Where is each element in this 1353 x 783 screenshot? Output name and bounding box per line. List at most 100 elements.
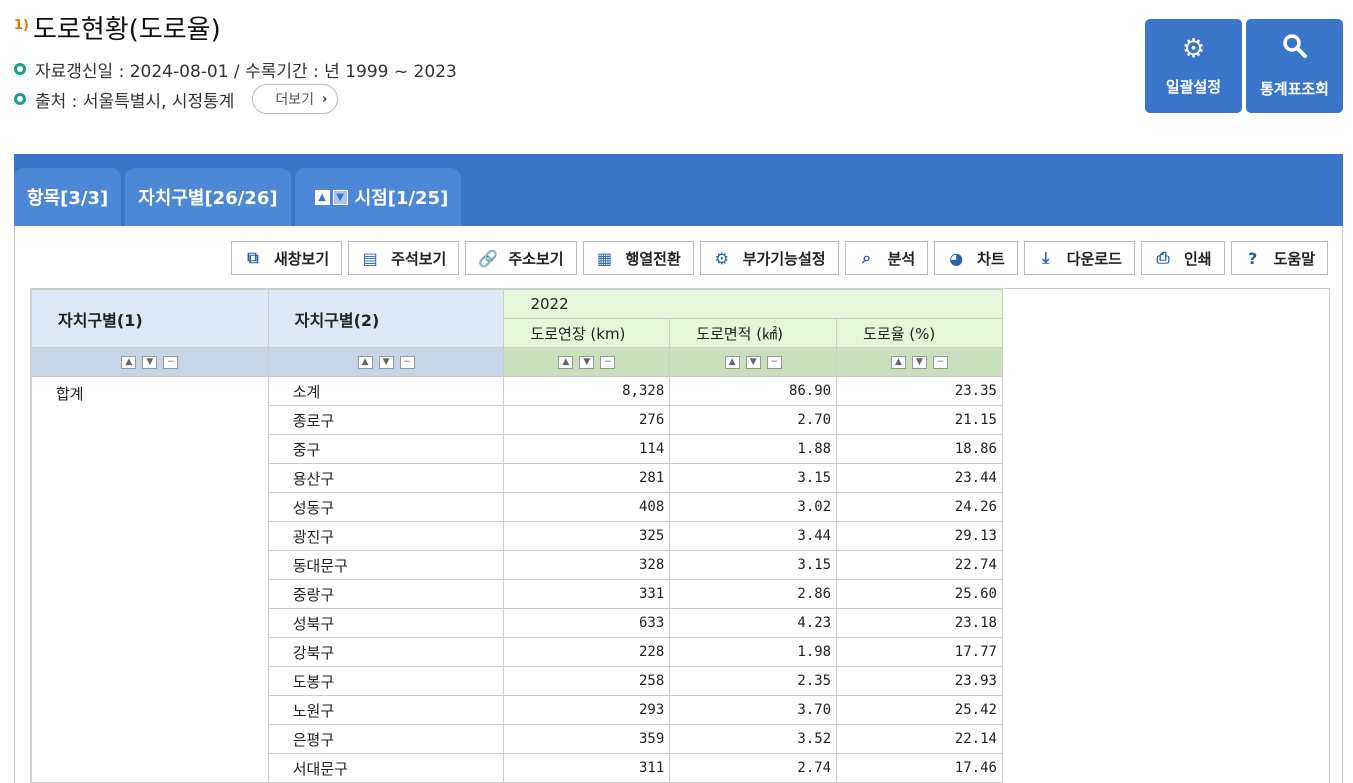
more-label: 더보기 [275,92,315,108]
analysis-icon: ⌕ [862,248,872,267]
sort-down-icon[interactable]: ▼ [142,356,158,369]
col-header-district1[interactable]: 자치구별(1) [31,289,269,348]
rate-cell: 23.35 [836,376,1003,406]
rate-cell: 23.93 [836,666,1003,696]
pivot-button[interactable]: ▦ 행열전환 [582,241,694,275]
download-button[interactable]: ⤓ 다운로드 [1023,241,1135,275]
link-button[interactable]: 🔗 주소보기 [465,241,577,275]
stats-table-container[interactable]: 자치구별(1) 자치구별(2) 2022 도로연장 (km) 도로면적 (㎢) … [30,288,1330,783]
comment-button[interactable]: ▤ 주석보기 [348,241,460,275]
toolbar-label: 행열전환 [625,249,681,268]
area-cell: 1.88 [669,434,838,464]
sort-up-icon[interactable]: ▲ [357,356,373,369]
sort-reset-icon[interactable]: − [399,356,415,369]
sort-up-icon[interactable]: ▲ [891,356,907,369]
sort-controls: ▲ ▼ − [669,347,838,377]
col-header-area[interactable]: 도로면적 (㎢) [669,318,838,348]
sort-reset-icon[interactable]: − [766,356,782,369]
empty-cell [1002,434,1329,464]
col-header-rate[interactable]: 도로율 (%) [836,318,1003,348]
area-cell: 86.90 [669,376,838,406]
bullet-icon [14,93,26,105]
empty-cell [1002,376,1329,406]
district-cell: 용산구 [267,463,505,493]
tab-bar: 항목[3/3] 자치구별[26/26] ▲ ▼ 시점[1/25] [14,168,462,226]
empty-cell [1002,666,1329,696]
empty-cell [1002,608,1329,638]
area-cell: 3.52 [669,724,838,754]
sort-reset-icon[interactable]: − [600,356,616,369]
length-cell: 325 [503,521,671,551]
district-cell: 중랑구 [267,579,505,609]
sort-up-icon[interactable]: ▲ [558,356,574,369]
search-icon [1282,33,1308,64]
district-cell: 중구 [267,434,505,464]
collapse-up-icon[interactable]: ▲ [314,189,330,205]
rate-cell: 29.13 [836,521,1003,551]
district-cell: 성북구 [267,608,505,638]
gear-button[interactable]: ⚙ 부가기능설정 [699,241,839,275]
stats-query-button[interactable]: 통계표조회 [1246,19,1343,113]
analysis-button[interactable]: ⌕ 분석 [844,241,929,275]
tab-period[interactable]: ▲ ▼ 시점[1/25] [294,168,462,226]
update-info: 자료갱신일 : 2024-08-01 / 수록기간 : 년 1999 ~ 202… [14,54,457,84]
toolbar-label: 주석보기 [391,249,447,268]
sort-up-icon[interactable]: ▲ [724,356,740,369]
district-cell: 광진구 [267,521,505,551]
empty-area [1002,289,1329,377]
district-cell: 종로구 [267,405,505,435]
length-cell: 633 [503,608,671,638]
tab-district-label: 자치구별[26/26] [138,188,278,209]
length-cell: 359 [503,724,671,754]
pie-chart-button[interactable]: ◕ 차트 [934,241,1018,275]
length-cell: 8,328 [503,376,671,406]
tab-period-label: 시점[1/25] [354,188,449,209]
gear-icon: ⚙ [714,248,729,268]
area-cell: 3.15 [669,463,838,493]
top-actions: ⚙ 일괄설정 통계표조회 [1145,19,1343,113]
sort-reset-icon[interactable]: − [933,356,949,369]
sort-down-icon[interactable]: ▼ [378,356,394,369]
area-cell: 3.44 [669,521,838,551]
col-header-length[interactable]: 도로연장 (km) [503,318,671,348]
empty-cell [1002,463,1329,493]
area-cell: 3.70 [669,695,838,725]
tab-items[interactable]: 항목[3/3] [14,168,122,226]
rate-cell: 18.86 [836,434,1003,464]
window-button[interactable]: ⧉ 새창보기 [230,241,343,275]
area-cell: 2.70 [669,405,838,435]
bulk-settings-label: 일괄설정 [1165,77,1222,96]
sort-reset-icon[interactable]: − [163,356,179,369]
gear-icon: ⚙ [1181,33,1206,64]
more-button[interactable]: 더보기 › [252,84,339,114]
area-cell: 2.35 [669,666,838,696]
toolbar-label: 인쇄 [1183,249,1212,268]
rate-cell: 22.74 [836,550,1003,580]
empty-cell [1002,405,1329,435]
empty-cell [1002,637,1329,667]
bulk-settings-button[interactable]: ⚙ 일괄설정 [1145,19,1242,113]
print-button[interactable]: ⎙ 인쇄 [1140,241,1225,275]
col-header-district2[interactable]: 자치구별(2) [267,289,505,348]
print-icon: ⎙ [1156,248,1170,267]
link-icon: 🔗 [478,248,499,268]
help-button[interactable]: ? 도움말 [1230,241,1328,275]
expand-down-icon[interactable]: ▼ [332,189,348,205]
help-icon: ? [1247,248,1258,268]
page-header: 1) 도로현황(도로율) 자료갱신일 : 2024-08-01 / 수록기간 :… [14,14,457,114]
sort-up-icon[interactable]: ▲ [121,356,137,369]
col-header-year[interactable]: 2022 [503,289,1003,319]
empty-cell [1002,753,1329,783]
rate-cell: 17.46 [836,753,1003,783]
title-footnote[interactable]: 1) [14,18,29,33]
area-cell: 1.98 [669,637,838,667]
chevron-right-icon: › [322,91,328,107]
sort-down-icon[interactable]: ▼ [912,356,928,369]
area-cell: 2.86 [669,579,838,609]
tab-district[interactable]: 자치구별[26/26] [125,168,291,226]
sort-down-icon[interactable]: ▼ [745,356,761,369]
empty-cell [1002,492,1329,522]
empty-cell [1002,695,1329,725]
download-icon: ⤓ [1042,248,1050,267]
sort-down-icon[interactable]: ▼ [579,356,595,369]
